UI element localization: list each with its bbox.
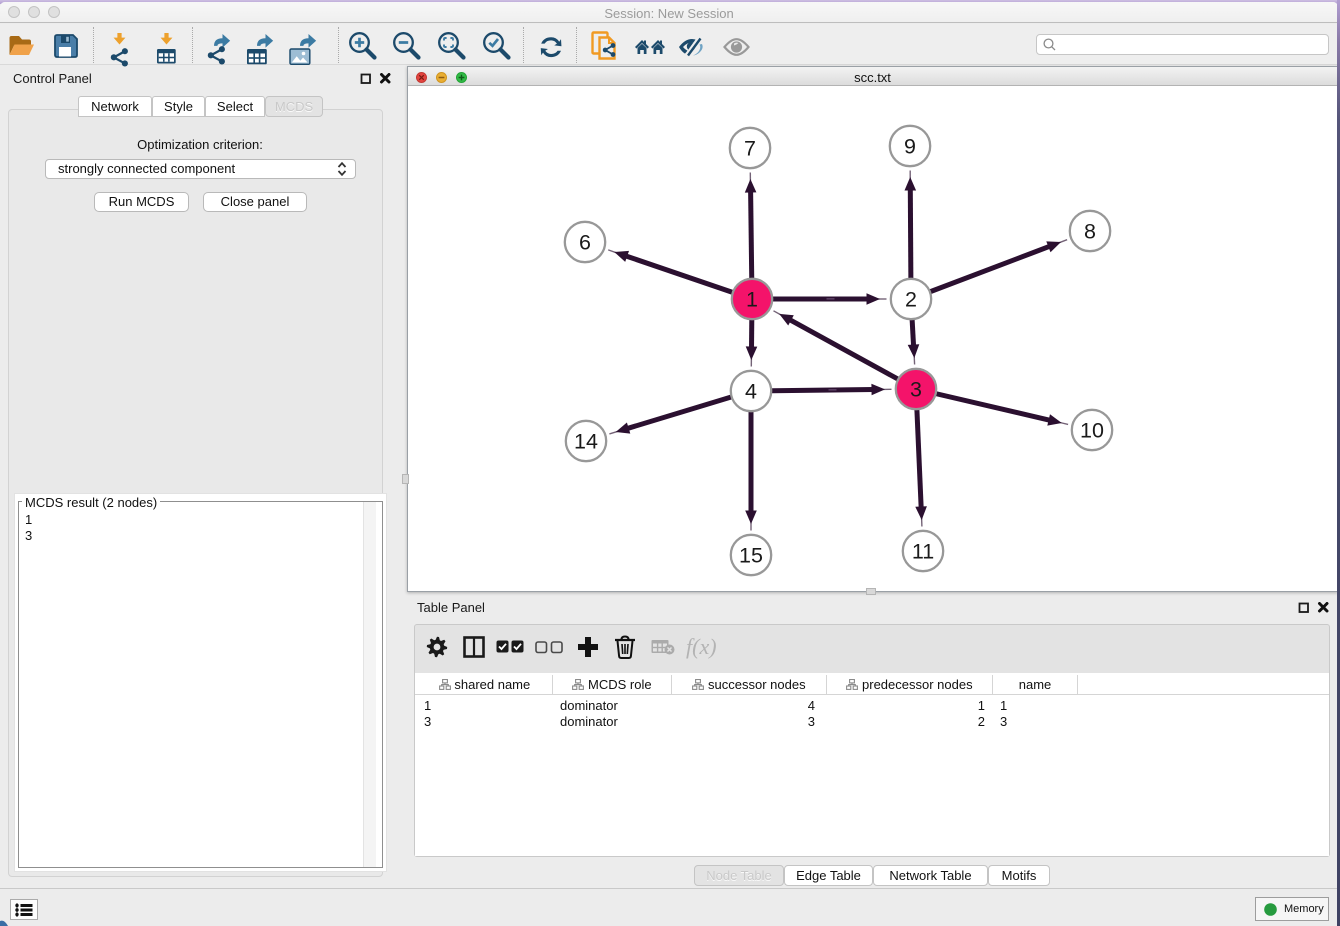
svg-text:4: 4 (745, 380, 757, 404)
svg-text:11: 11 (912, 540, 934, 564)
svg-text:7: 7 (744, 137, 756, 161)
svg-text:9: 9 (904, 135, 916, 159)
svg-text:8: 8 (1084, 220, 1096, 244)
svg-text:6: 6 (579, 231, 591, 255)
svg-text:14: 14 (574, 430, 598, 454)
svg-text:15: 15 (739, 544, 763, 568)
svg-text:2: 2 (905, 288, 917, 312)
svg-text:3: 3 (910, 378, 922, 402)
svg-text:10: 10 (1080, 419, 1104, 443)
svg-text:1: 1 (746, 288, 758, 312)
